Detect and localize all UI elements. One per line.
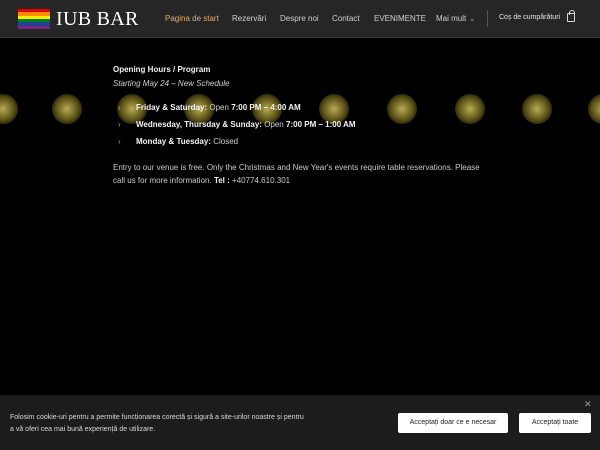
cookie-message: Folosim cookie-uri pentru a permite func… bbox=[10, 414, 304, 433]
info-paragraph: Entry to our venue is free. Only the Chr… bbox=[113, 161, 488, 187]
accept-necessary-button[interactable]: Acceptați doar ce e necesar bbox=[398, 413, 508, 433]
schedule-days: Friday & Saturday: bbox=[136, 103, 208, 112]
cart-link[interactable]: Coș de cumpărături bbox=[499, 14, 560, 21]
schedule-status: Open bbox=[264, 120, 284, 129]
schedule-status: Closed bbox=[213, 137, 239, 146]
tel-label: Tel : bbox=[213, 176, 230, 185]
nav-events[interactable]: EVENIMENTE bbox=[374, 14, 426, 23]
site-logo[interactable]: IUB BAR bbox=[18, 9, 139, 29]
schedule-item: › Friday & Saturday: Open 7:00 PM – 4:00… bbox=[113, 103, 488, 120]
accept-all-button[interactable]: Acceptați toate bbox=[519, 413, 591, 433]
schedule-hours: 7:00 PM – 1:00 AM bbox=[286, 120, 356, 129]
bokeh-light bbox=[0, 94, 18, 124]
phone-link[interactable]: +40774.610.301 bbox=[232, 176, 290, 185]
chevron-down-icon: ⌄ bbox=[469, 16, 476, 23]
info-text: Entry to our venue is free. Only the Chr… bbox=[113, 163, 480, 185]
nav-more-label: Mai mult bbox=[436, 14, 467, 23]
schedule-days: Monday & Tuesday: bbox=[136, 137, 211, 146]
cookie-banner: ✕ Folosim cookie-uri pentru a permite fu… bbox=[0, 395, 600, 450]
schedule-item: › Wednesday, Thursday & Sunday: Open 7:0… bbox=[113, 120, 488, 137]
nav-contact[interactable]: Contact bbox=[332, 14, 360, 23]
nav-more[interactable]: Mai mult ⌄ bbox=[436, 14, 475, 23]
schedule-list: › Friday & Saturday: Open 7:00 PM – 4:00… bbox=[113, 103, 488, 154]
bokeh-light bbox=[588, 94, 600, 124]
chevron-right-icon: › bbox=[118, 137, 121, 146]
nav-about[interactable]: Despre noi bbox=[280, 14, 319, 23]
section-title: Opening Hours / Program bbox=[113, 65, 211, 74]
nav-divider bbox=[487, 10, 488, 27]
shopping-bag-icon[interactable] bbox=[567, 10, 575, 22]
bokeh-light bbox=[522, 94, 552, 124]
close-icon[interactable]: ✕ bbox=[584, 400, 592, 409]
rainbow-flag-icon bbox=[18, 9, 50, 29]
brand-name: IUB BAR bbox=[56, 8, 139, 30]
bokeh-light bbox=[52, 94, 82, 124]
chevron-right-icon: › bbox=[118, 120, 121, 129]
schedule-subtitle: Starting May 24 – New Schedule bbox=[113, 79, 230, 88]
schedule-days: Wednesday, Thursday & Sunday: bbox=[136, 120, 262, 129]
schedule-hours: 7:00 PM – 4:00 AM bbox=[231, 103, 301, 112]
nav-home[interactable]: Pagina de start bbox=[165, 14, 219, 23]
nav-reservations[interactable]: Rezervări bbox=[232, 14, 266, 23]
schedule-item: › Monday & Tuesday: Closed bbox=[113, 137, 488, 154]
chevron-right-icon: › bbox=[118, 103, 121, 112]
schedule-status: Open bbox=[209, 103, 229, 112]
site-header: IUB BAR Pagina de start Rezervări Despre… bbox=[0, 0, 600, 38]
page: IUB BAR Pagina de start Rezervări Despre… bbox=[0, 0, 600, 450]
opening-hours-section: Opening Hours / Program Starting May 24 … bbox=[113, 65, 488, 187]
flag-stripe-purple bbox=[18, 25, 50, 29]
